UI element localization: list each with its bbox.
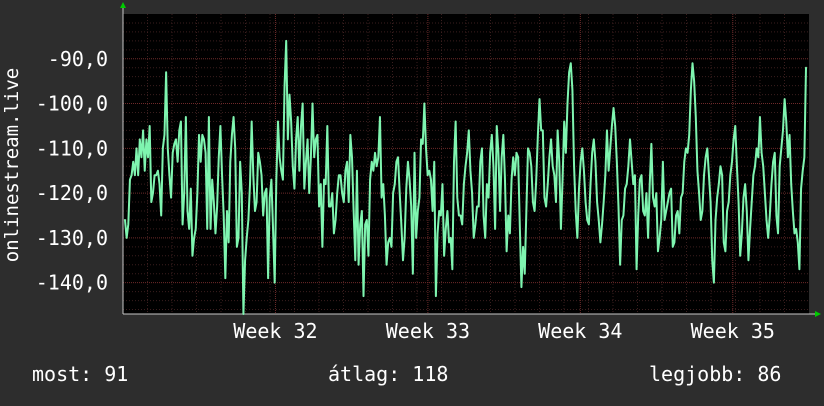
footer-current-value: most: 91 bbox=[32, 362, 129, 386]
y-axis-arrow bbox=[120, 2, 126, 8]
y-tick-label: -130,0 bbox=[36, 226, 108, 250]
footer-best-value: legjobb: 86 bbox=[649, 362, 782, 386]
chart-svg: -90,0 -100,0 -110,0 -120,0 -130,0 -140,0 Week… bbox=[36, 2, 821, 343]
x-axis-ticks: Week 32 Week 33 Week 34 Week 35 bbox=[233, 319, 775, 343]
x-tick-label: Week 33 bbox=[386, 319, 470, 343]
y-axis-ticks: -90,0 -100,0 -110,0 -120,0 -130,0 -140,0 bbox=[36, 47, 108, 295]
x-axis-arrow bbox=[815, 311, 821, 317]
y-tick-label: -120,0 bbox=[36, 181, 108, 205]
x-tick-label: Week 32 bbox=[233, 319, 317, 343]
x-tick-label: Week 35 bbox=[691, 319, 775, 343]
x-tick-label: Week 34 bbox=[538, 319, 622, 343]
footer-average-value: átlag: 118 bbox=[328, 362, 449, 386]
chart: -90,0 -100,0 -110,0 -120,0 -130,0 -140,0 Week… bbox=[0, 0, 824, 402]
y-tick-label: -90,0 bbox=[48, 47, 108, 71]
y-tick-label: -100,0 bbox=[36, 92, 108, 116]
y-tick-label: -140,0 bbox=[36, 271, 108, 295]
y-tick-label: -110,0 bbox=[36, 136, 108, 160]
y-axis-label: onlinestream.live bbox=[1, 67, 23, 263]
